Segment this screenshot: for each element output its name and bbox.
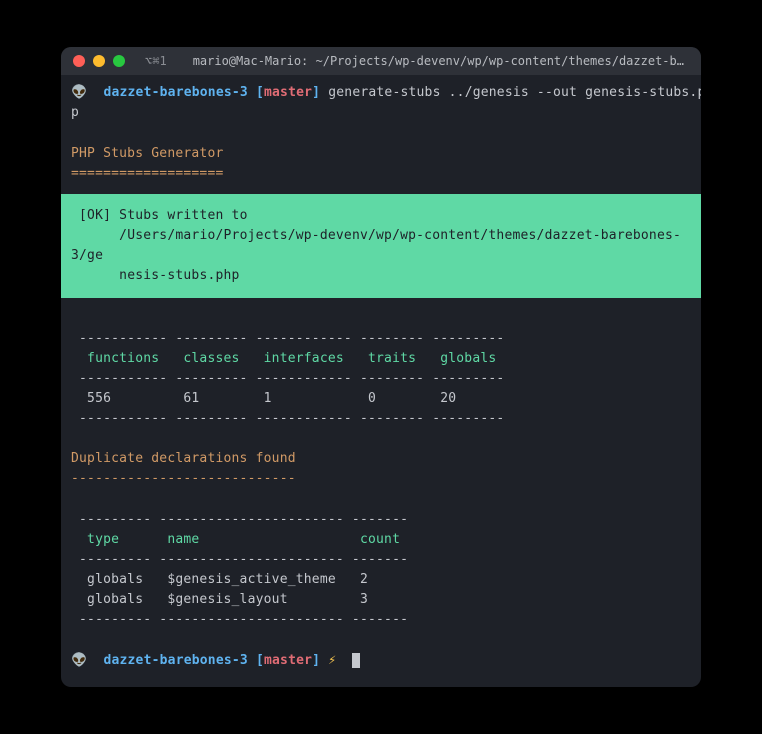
prompt-icon: 👽 [71,653,87,668]
branch-bracket-close: ] [312,653,320,668]
prompt-line: 👽 dazzet-barebones-3 [master] ⚡ [61,651,701,671]
ok-line-1: [OK] Stubs written to [71,208,248,223]
prompt-dir: dazzet-barebones-3 [103,653,247,668]
table-border: ----------- --------- ------------ -----… [61,329,701,349]
section-underline: =================== [61,164,701,184]
table-header: functions classes interfaces traits glob… [61,349,701,369]
blank-line [61,631,701,651]
minimize-icon[interactable] [93,55,105,67]
table-border: --------- ----------------------- ------… [61,610,701,630]
table-header: type name count [61,530,701,550]
maximize-icon[interactable] [113,55,125,67]
window-shortcut: ⌥⌘1 [145,54,167,68]
table-border: ----------- --------- ------------ -----… [61,409,701,429]
table-border: --------- ----------------------- ------… [61,550,701,570]
section-underline: ---------------------------- [61,469,701,489]
blank-line [61,429,701,449]
ok-message-box: [OK] Stubs written to /Users/mario/Proje… [61,194,701,299]
ok-line-2: /Users/mario/Projects/wp-devenv/wp/wp-co… [71,228,681,263]
lightning-icon: ⚡ [328,653,336,668]
ok-line-3: nesis-stubs.php [71,268,240,283]
blank-line [61,490,701,510]
section-title: PHP Stubs Generator [61,144,701,164]
branch-name: master [264,653,312,668]
branch-bracket-close: ] [312,85,320,100]
window-title: mario@Mac-Mario: ~/Projects/wp-devenv/wp… [193,54,689,68]
blank-line [61,308,701,328]
traffic-lights [73,55,125,67]
section-title: Duplicate declarations found [61,449,701,469]
branch-bracket-open: [ [256,85,264,100]
cursor[interactable] [352,653,360,668]
terminal-body[interactable]: 👽 dazzet-barebones-3 [master] generate-s… [61,75,701,687]
close-icon[interactable] [73,55,85,67]
blank-line [61,123,701,143]
table-row: globals $genesis_active_theme 2 [61,570,701,590]
branch-bracket-open: [ [256,653,264,668]
prompt-dir: dazzet-barebones-3 [103,85,247,100]
table-row: globals $genesis_layout 3 [61,590,701,610]
table-border: --------- ----------------------- ------… [61,510,701,530]
branch-name: master [264,85,312,100]
title-bar: ⌥⌘1 mario@Mac-Mario: ~/Projects/wp-deven… [61,47,701,75]
table-row: 556 61 1 0 20 [61,389,701,409]
prompt-icon: 👽 [71,85,87,100]
command-text: generate-stubs ../genesis --out genesis-… [328,85,701,100]
command-wrap: p [61,103,701,123]
terminal-window: ⌥⌘1 mario@Mac-Mario: ~/Projects/wp-deven… [61,47,701,687]
prompt-line: 👽 dazzet-barebones-3 [master] generate-s… [61,83,701,103]
table-border: ----------- --------- ------------ -----… [61,369,701,389]
